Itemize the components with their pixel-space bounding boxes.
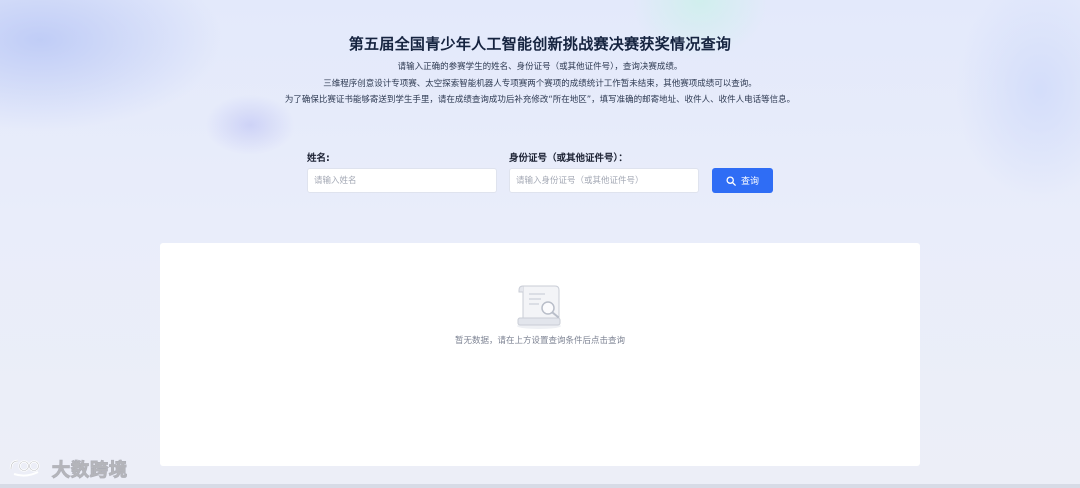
bottom-divider bbox=[0, 484, 1080, 488]
description-line-2: 三维程序创意设计专项赛、太空探索智能机器人专项赛两个赛项的成绩统计工作暂未结束，… bbox=[323, 78, 757, 89]
description-line-3: 为了确保比赛证书能够寄送到学生手里，请在成绩查询成功后补充修改“所在地区”，填写… bbox=[284, 95, 796, 105]
id-label: 身份证号（或其他证件号）： bbox=[509, 153, 628, 164]
page-header: 第五届全国青少年人工智能创新挑战赛决赛获奖情况查询 请输入正确的参赛学生的姓名、… bbox=[0, 34, 1080, 109]
results-panel: 暂无数据，请在上方设置查询条件后点击查询 bbox=[160, 243, 920, 466]
search-icon bbox=[726, 175, 736, 186]
search-button-label: 查询 bbox=[740, 177, 759, 187]
watermark-text: 大数跨境 bbox=[52, 460, 128, 482]
empty-state-text: 暂无数据，请在上方设置查询条件后点击查询 bbox=[454, 336, 625, 346]
name-label: 姓名: bbox=[307, 153, 330, 164]
id-number-input[interactable] bbox=[509, 168, 699, 193]
page-title: 第五届全国青少年人工智能创新挑战赛决赛获奖情况查询 bbox=[348, 35, 732, 53]
description-line-1: 请输入正确的参赛学生的姓名、身份证号（或其他证件号），查询决赛成绩。 bbox=[397, 62, 683, 72]
name-input[interactable] bbox=[307, 168, 497, 193]
document-magnifier-icon bbox=[515, 282, 567, 334]
watermark: 大数跨境 bbox=[8, 455, 128, 483]
brand-logo-icon bbox=[8, 455, 48, 483]
search-button[interactable]: 查询 bbox=[712, 168, 773, 193]
